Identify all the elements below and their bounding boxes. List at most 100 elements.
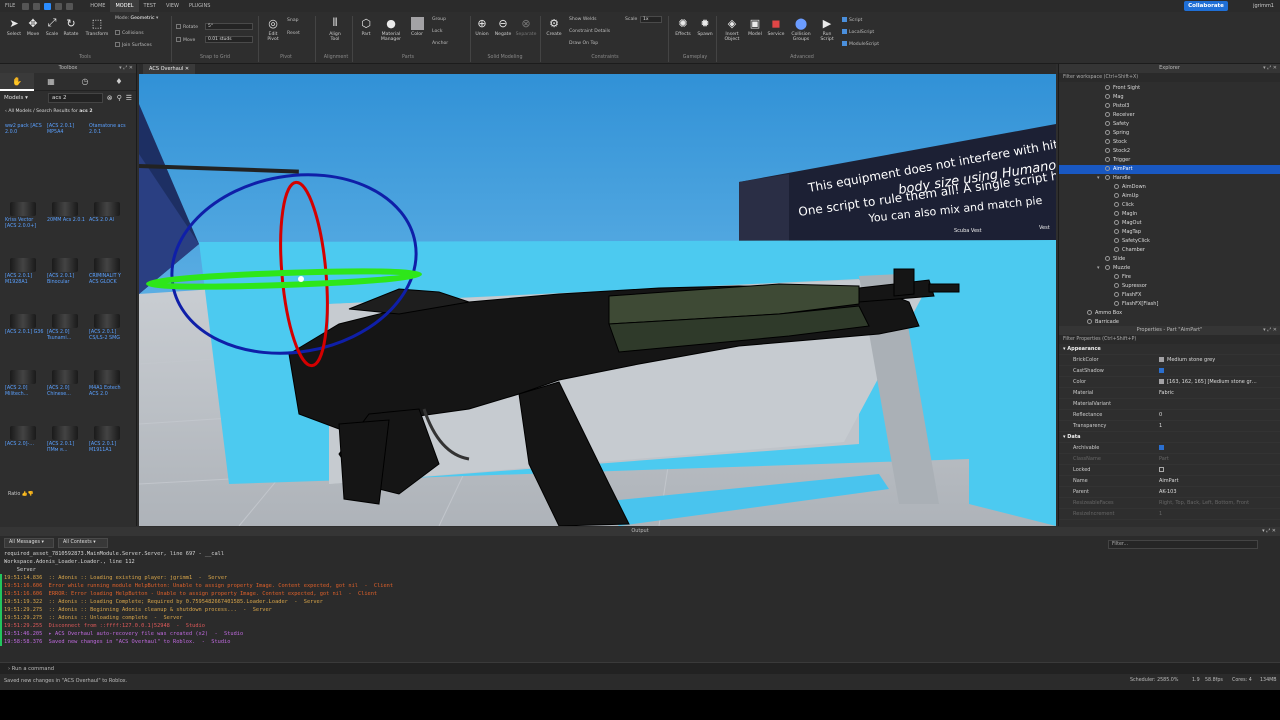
explorer-item[interactable]: AimUp bbox=[1059, 192, 1280, 201]
property-row[interactable]: ResizeIncrement 1 bbox=[1059, 509, 1280, 520]
explorer-item[interactable]: FlashFX bbox=[1059, 291, 1280, 300]
toolbox-item[interactable]: [ACS 2.0.1] G36 bbox=[4, 312, 44, 350]
rotate-tool[interactable]: ↻ Rotate bbox=[59, 16, 83, 38]
draw-on-top-toggle[interactable]: Draw On Top bbox=[569, 41, 598, 46]
reset-button[interactable]: Reset bbox=[287, 31, 300, 36]
create-constraint-button[interactable]: ⚙ Create bbox=[542, 16, 566, 38]
expand-arrow-icon[interactable]: ▾ bbox=[1097, 264, 1100, 273]
explorer-item[interactable]: Supressor bbox=[1059, 282, 1280, 291]
constraint-details-toggle[interactable]: Constraint Details bbox=[569, 29, 610, 34]
explorer-item[interactable]: FlashFX[Flash] bbox=[1059, 300, 1280, 309]
recent-tab-icon[interactable]: ◷ bbox=[68, 73, 102, 91]
property-row[interactable]: ClassName Part bbox=[1059, 454, 1280, 465]
redo-icon[interactable] bbox=[66, 2, 74, 10]
message-filter-dropdown[interactable]: All Messages ▾ bbox=[4, 538, 54, 548]
collisions-checkbox[interactable]: Collisions bbox=[115, 30, 144, 36]
show-welds-toggle[interactable]: Show Welds bbox=[569, 17, 597, 22]
explorer-item[interactable]: Chamber bbox=[1059, 246, 1280, 255]
property-row[interactable]: Archivable bbox=[1059, 443, 1280, 454]
toolbox-item[interactable]: [ACS 2.0.1] M1911A1 bbox=[88, 424, 128, 462]
join-surfaces-checkbox[interactable]: Join Surfaces bbox=[115, 42, 152, 48]
toolbox-item[interactable]: M4A1 Eotech ACS 2.0 bbox=[88, 368, 128, 406]
property-value[interactable]: Part bbox=[1159, 454, 1280, 464]
explorer-item[interactable]: SafetyClick bbox=[1059, 237, 1280, 246]
property-value[interactable]: Medium stone grey bbox=[1159, 355, 1280, 365]
property-row[interactable]: Parent AK-103 bbox=[1059, 487, 1280, 498]
clear-icon[interactable]: ⊗ bbox=[107, 94, 113, 102]
move-snap-input[interactable]: 0.01 studs bbox=[205, 36, 253, 43]
collaborate-button[interactable]: Collaborate bbox=[1184, 1, 1228, 11]
property-row[interactable]: Locked bbox=[1059, 465, 1280, 476]
explorer-filter-input[interactable]: Filter workspace (Ctrl+Shift+X) bbox=[1059, 73, 1280, 82]
part-button[interactable]: ⬡ Part bbox=[354, 16, 378, 38]
service-button[interactable]: ◼ Service bbox=[764, 16, 788, 38]
property-row[interactable]: Transparency 1 bbox=[1059, 421, 1280, 432]
property-row[interactable]: ResizeableFaces Right, Top, Back, Left, B… bbox=[1059, 498, 1280, 509]
explorer-item[interactable]: Stock2 bbox=[1059, 147, 1280, 156]
filter-icon[interactable]: ☰ bbox=[126, 94, 132, 102]
explorer-item[interactable]: Spring bbox=[1059, 129, 1280, 138]
toolbox-item[interactable]: [ACS 2.0.1] M1928A1 bbox=[4, 256, 44, 294]
property-value[interactable]: Fabric bbox=[1159, 388, 1280, 398]
property-value[interactable]: [163, 162, 165] [Medium stone gr… bbox=[1159, 377, 1280, 387]
toolbox-item[interactable]: [ACS 2.0.1] MP5A4 bbox=[46, 124, 86, 162]
property-value[interactable]: 1 bbox=[1159, 509, 1280, 519]
property-value[interactable]: AimPart bbox=[1159, 476, 1280, 486]
property-row[interactable]: Color [163, 162, 165] [Medium stone gr… bbox=[1059, 377, 1280, 388]
scale-input[interactable]: 1x bbox=[640, 16, 662, 23]
separate-button[interactable]: ⊗ Separate bbox=[514, 16, 538, 38]
tab-home[interactable]: HOME bbox=[85, 0, 110, 12]
explorer-item[interactable]: Stock bbox=[1059, 138, 1280, 147]
output-filter-input[interactable]: Filter... bbox=[1108, 540, 1258, 549]
snap-button[interactable]: Snap bbox=[287, 18, 299, 23]
panel-controls-icon[interactable]: ▾ ⤢ ✕ bbox=[1263, 64, 1277, 73]
stop-icon[interactable] bbox=[55, 2, 63, 10]
module-script-button[interactable]: ModuleScript bbox=[842, 41, 879, 47]
property-value[interactable]: AK-103 bbox=[1159, 487, 1280, 497]
explorer-item[interactable]: ▾ Handle bbox=[1059, 174, 1280, 183]
inventory-tab-icon[interactable]: ✋ bbox=[0, 72, 34, 91]
property-category[interactable]: ▾ Appearance bbox=[1059, 344, 1280, 355]
lock-button[interactable]: Lock bbox=[432, 29, 442, 34]
effects-button[interactable]: ✺ Effects bbox=[671, 16, 695, 38]
explorer-item[interactable]: Slide bbox=[1059, 255, 1280, 264]
property-value[interactable] bbox=[1159, 366, 1280, 376]
toolbox-item[interactable]: [ACS 2.0] Chinese… bbox=[46, 368, 86, 406]
toolbox-item[interactable]: [ACS 2.0] Tsunami… bbox=[46, 312, 86, 350]
property-value[interactable]: Right, Top, Back, Left, Bottom, Front bbox=[1159, 498, 1280, 508]
context-filter-dropdown[interactable]: All Contexts ▾ bbox=[58, 538, 108, 548]
explorer-item[interactable]: Front Sight bbox=[1059, 84, 1280, 93]
explorer-item[interactable]: Pistol3 bbox=[1059, 102, 1280, 111]
user-name[interactable]: jgrimm1 bbox=[1253, 0, 1274, 12]
explorer-item[interactable]: Receiver bbox=[1059, 111, 1280, 120]
group-button[interactable]: Group bbox=[432, 17, 446, 22]
expand-arrow-icon[interactable]: ▾ bbox=[1097, 174, 1100, 183]
color-button[interactable]: Color bbox=[405, 16, 429, 37]
checkbox-icon[interactable] bbox=[1159, 368, 1164, 373]
run-script-button[interactable]: ▶ Run Script bbox=[815, 16, 839, 43]
insert-object-button[interactable]: ◈ Insert Object bbox=[720, 16, 744, 43]
property-row[interactable]: Material Fabric bbox=[1059, 388, 1280, 399]
checkbox-icon[interactable] bbox=[1159, 467, 1164, 472]
explorer-item[interactable]: AimDown bbox=[1059, 183, 1280, 192]
toolbox-item[interactable]: ww2 pack [ACS 2.0.0 bbox=[4, 124, 44, 162]
explorer-item[interactable]: Fire bbox=[1059, 273, 1280, 282]
explorer-item[interactable]: Safety bbox=[1059, 120, 1280, 129]
toolbox-item[interactable]: Kriss Vector [ACS 2.0.0+] bbox=[4, 200, 44, 238]
category-dropdown[interactable]: Models ▾ bbox=[4, 95, 44, 101]
play-icon[interactable] bbox=[44, 2, 52, 10]
mode-select[interactable]: Mode: Geometric ▾ bbox=[115, 16, 158, 21]
save-icon[interactable] bbox=[22, 2, 30, 10]
checkbox-icon[interactable] bbox=[1159, 445, 1164, 450]
panel-controls-icon[interactable]: ▾ ⤢ ✕ bbox=[1263, 326, 1277, 335]
tab-test[interactable]: TEST bbox=[139, 0, 161, 12]
command-bar[interactable]: › Run a command bbox=[0, 662, 1280, 674]
rotate-snap-input[interactable]: 5° bbox=[205, 23, 253, 30]
script-button[interactable]: Script bbox=[842, 17, 862, 23]
toolbox-search-input[interactable]: acs 2 bbox=[48, 93, 103, 103]
explorer-item[interactable]: Mag bbox=[1059, 93, 1280, 102]
toolbox-item[interactable]: 20MM Acs 2.0.1 bbox=[46, 200, 86, 238]
panel-controls-icon[interactable]: ▾ ⤢ ✕ bbox=[119, 64, 133, 73]
undo-icon[interactable] bbox=[33, 2, 41, 10]
explorer-item[interactable]: ▾ Muzzle bbox=[1059, 264, 1280, 273]
